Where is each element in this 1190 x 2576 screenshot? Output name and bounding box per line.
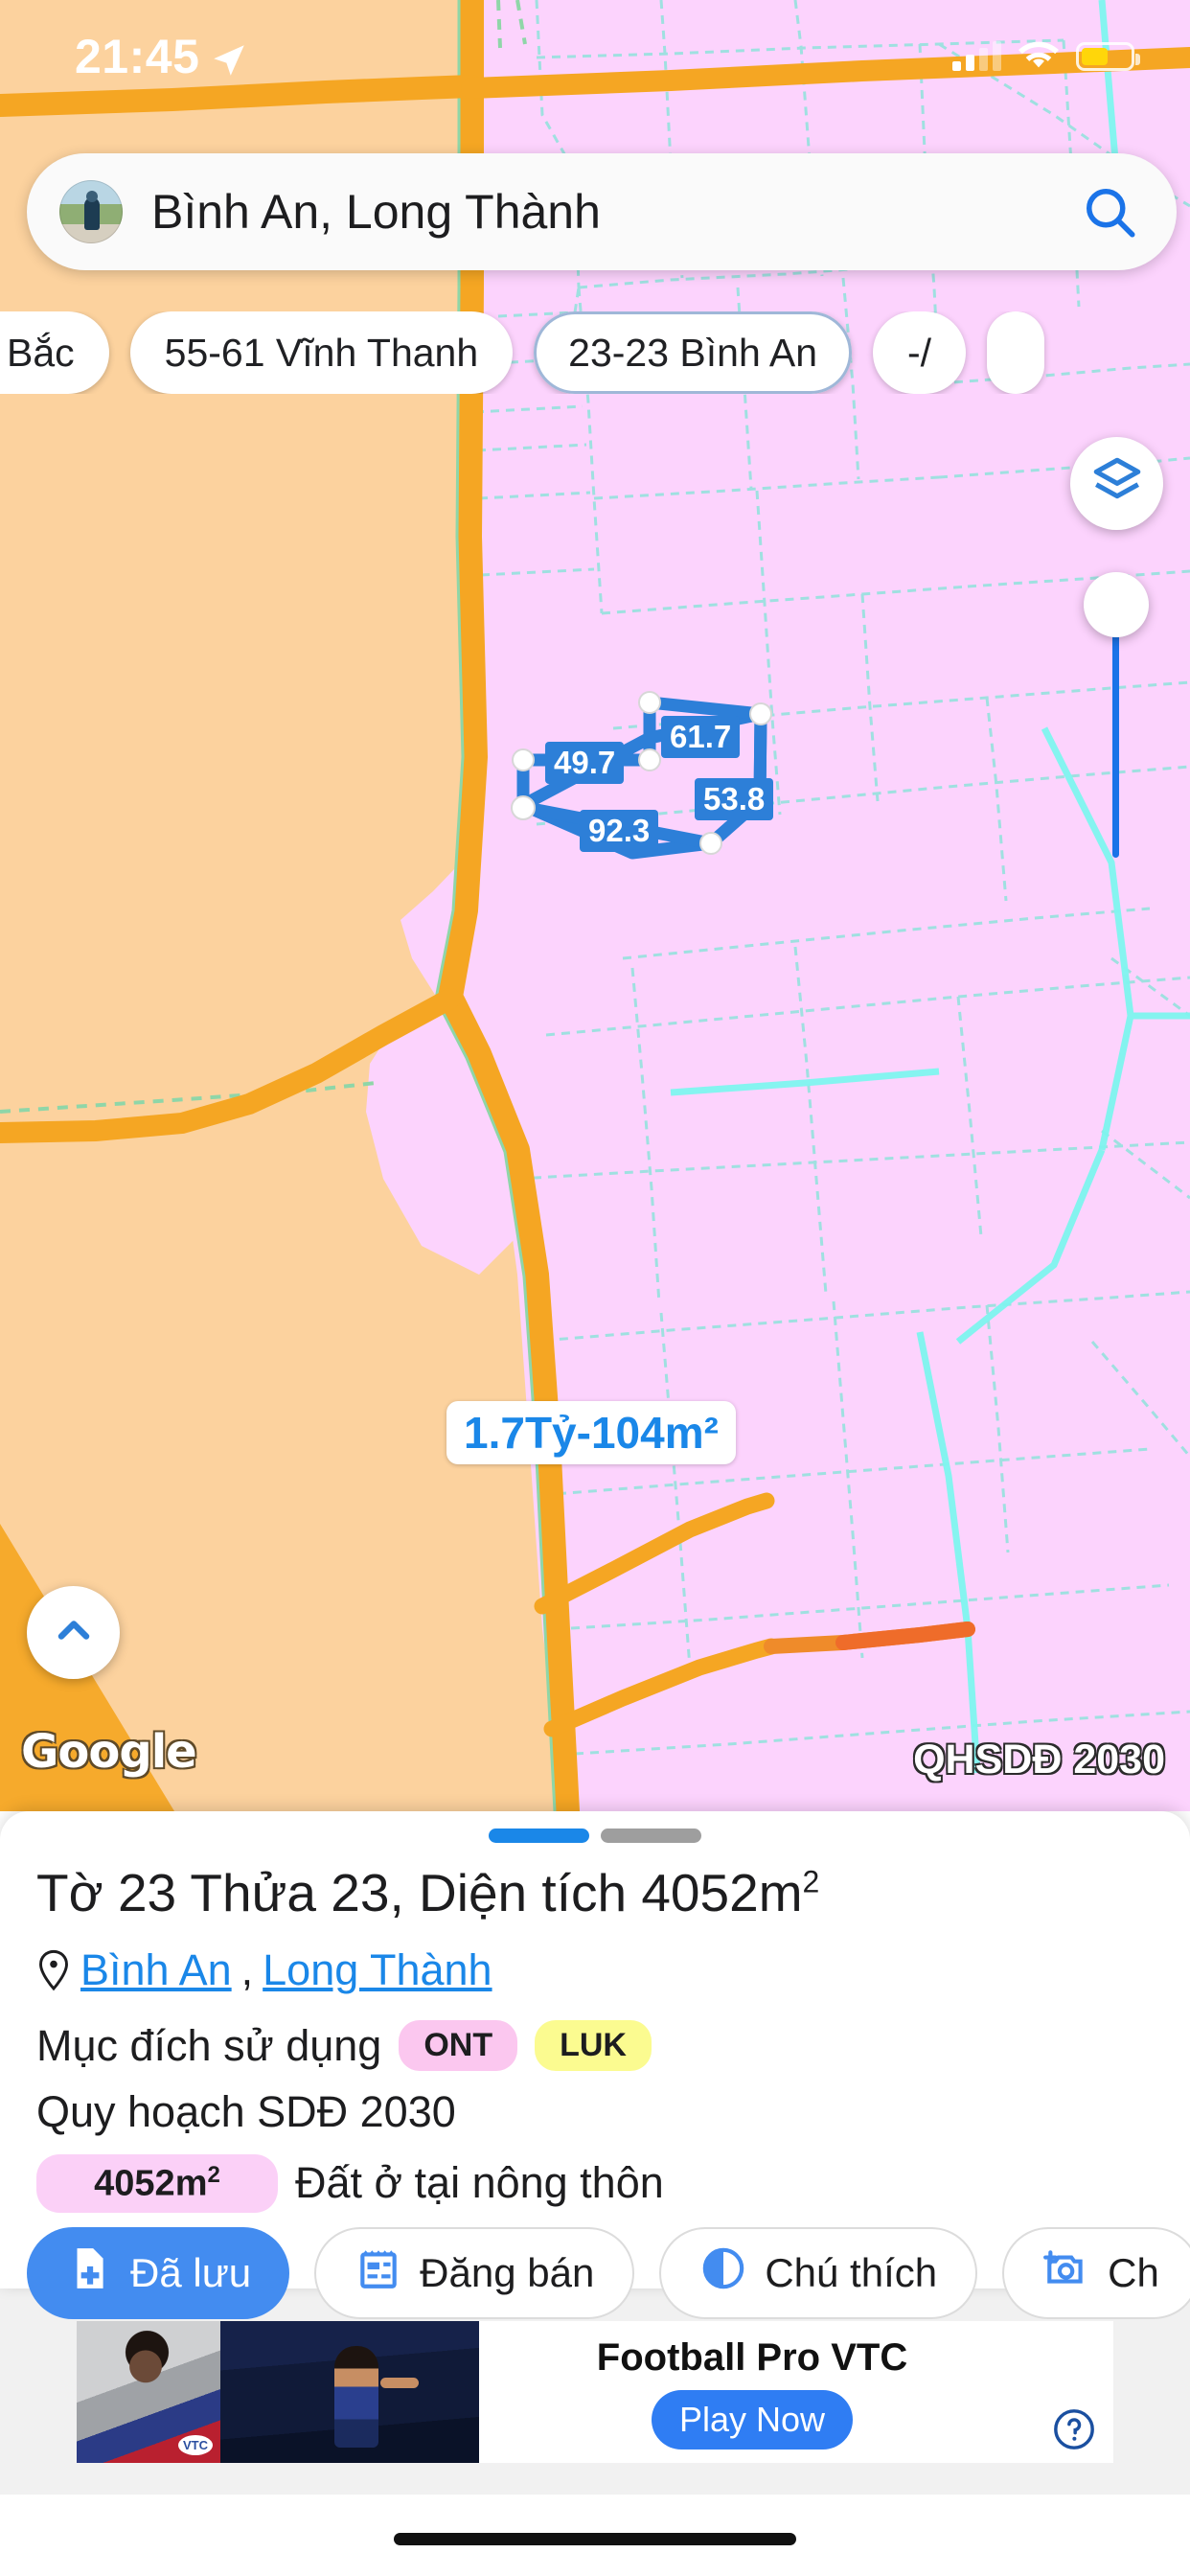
plan-title: Quy hoạch SDĐ 2030 — [36, 2087, 456, 2136]
legend-button[interactable]: Chú thích — [659, 2227, 978, 2319]
post-for-sale-button[interactable]: Đăng bán — [314, 2227, 635, 2319]
add-photo-button[interactable]: Ch — [1002, 2227, 1190, 2319]
parcel-title-text: Tờ 23 Thửa 23, Diện tích 4052m — [36, 1863, 803, 1922]
plan-watermark: QHSDĐ 2030 — [913, 1736, 1165, 1782]
price-label[interactable]: 1.7Tỷ-104m² — [446, 1401, 736, 1464]
purpose-badge-ont[interactable]: ONT — [399, 2020, 518, 2071]
pagination-dot-active[interactable] — [489, 1828, 589, 1843]
location-row: Bình An, Long Thành — [36, 1945, 492, 1995]
zoning-area-pink — [400, 0, 1190, 1811]
plan-row: 4052m2 Đất ở tại nông thôn — [36, 2154, 664, 2213]
action-button-row[interactable]: Đã lưu Đăng bán Chú thích Ch — [27, 2225, 1190, 2321]
camera-add-icon — [1042, 2244, 1090, 2302]
football-game-screenshot — [220, 2320, 479, 2463]
parcel-title-sup: 2 — [802, 1864, 820, 1899]
newspaper-icon — [355, 2244, 402, 2302]
filter-chip-row[interactable]: ân Bắc 55-61 Vĩnh Thanh 23-23 Bình An -/ — [0, 311, 1190, 394]
chip-1[interactable]: 55-61 Vĩnh Thanh — [129, 311, 514, 394]
post-for-sale-label: Đăng bán — [420, 2250, 595, 2295]
ad-title: Football Pro VTC — [596, 2335, 908, 2379]
pagination-dot-inactive[interactable] — [601, 1828, 701, 1843]
ad-info-icon[interactable] — [1052, 2407, 1096, 2451]
football-player-photo — [77, 2320, 220, 2463]
plan-description: Đất ở tại nông thôn — [295, 2158, 664, 2208]
home-indicator[interactable] — [394, 2533, 796, 2545]
purpose-label: Mục đích sử dụng — [36, 2020, 382, 2070]
chip-label: 55-61 Vĩnh Thanh — [164, 330, 479, 375]
plan-area-sup: 2 — [207, 2162, 220, 2188]
measure-label-3: 92.3 — [580, 810, 659, 852]
chip-2[interactable]: 23-23 Bình An — [534, 311, 853, 394]
user-avatar[interactable] — [59, 180, 123, 243]
map-vector-layer — [0, 0, 1190, 1811]
google-watermark: Google — [21, 1725, 197, 1779]
ad-cta-button[interactable]: Play Now — [652, 2389, 853, 2450]
collapse-button[interactable] — [27, 1586, 120, 1679]
location-district-link[interactable]: Long Thành — [263, 1945, 492, 1995]
layers-button[interactable] — [1070, 437, 1163, 530]
sheet-pagination[interactable] — [489, 1828, 701, 1843]
search-input[interactable]: Bình An, Long Thành — [151, 184, 1081, 240]
ad-images — [77, 2320, 479, 2463]
search-icon[interactable] — [1081, 183, 1138, 241]
location-separator: , — [240, 1945, 254, 1994]
purpose-badge-luk[interactable]: LUK — [535, 2020, 652, 2071]
ad-inner[interactable]: Football Pro VTC Play Now — [77, 2320, 1113, 2463]
add-photo-label: Ch — [1108, 2250, 1159, 2295]
saved-button-label: Đã lưu — [130, 2250, 252, 2295]
detail-bottom-sheet[interactable]: Tờ 23 Thửa 23, Diện tích 4052m2 Bình An,… — [0, 1811, 1190, 2319]
location-ward-link[interactable]: Bình An — [80, 1945, 232, 1995]
search-bar[interactable]: Bình An, Long Thành — [27, 153, 1177, 270]
legend-button-label: Chú thích — [765, 2250, 938, 2295]
measure-label-0: 61.7 — [661, 716, 741, 758]
chevron-up-icon — [49, 1605, 99, 1660]
plan-area-badge[interactable]: 4052m2 — [36, 2154, 278, 2213]
half-circle-icon — [699, 2244, 747, 2302]
document-add-icon — [65, 2244, 113, 2302]
plan-area-value: 4052m — [94, 2163, 208, 2204]
top-road — [0, 75, 483, 117]
map-canvas[interactable]: 61.7 49.7 53.8 92.3 — [0, 0, 1190, 1811]
measure-label-1: 49.7 — [545, 742, 625, 784]
chip-0[interactable]: ân Bắc — [0, 311, 109, 394]
chip-4-partial[interactable] — [987, 311, 1045, 394]
purpose-row: Mục đích sử dụng ONT LUK — [36, 2020, 652, 2071]
location-pin-icon — [36, 1949, 71, 1991]
layers-icon — [1089, 453, 1145, 514]
zoom-slider-track[interactable] — [1112, 613, 1119, 858]
saved-button[interactable]: Đã lưu — [27, 2227, 290, 2319]
parcel-title: Tờ 23 Thửa 23, Diện tích 4052m2 — [36, 1862, 819, 1923]
zoom-slider-handle[interactable] — [1084, 572, 1149, 637]
chip-label: -/ — [907, 330, 932, 375]
chip-label: ân Bắc — [0, 330, 75, 375]
chip-3[interactable]: -/ — [873, 311, 967, 394]
chip-label: 23-23 Bình An — [568, 330, 818, 375]
measure-label-2: 53.8 — [695, 778, 774, 820]
